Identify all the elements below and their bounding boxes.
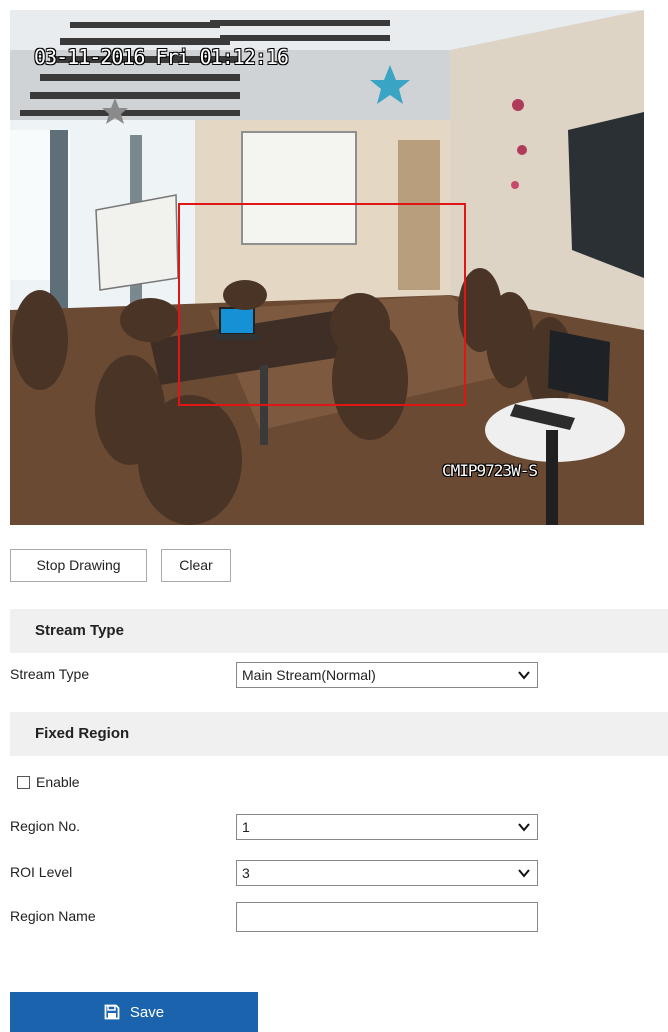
region-no-value: 1 [242,819,250,835]
roi-settings-page: 03-11-2016 Fri 01:12:16 CMIP9723W-S Stop… [0,0,668,1032]
floppy-disk-icon [104,1004,120,1020]
live-video-preview[interactable]: 03-11-2016 Fri 01:12:16 CMIP9723W-S [10,10,644,525]
fixed-region-section-header: Fixed Region [10,712,668,756]
stream-type-value: Main Stream(Normal) [242,667,376,683]
region-no-label: Region No. [10,818,81,834]
roi-level-label: ROI Level [10,864,73,880]
osd-timestamp: 03-11-2016 Fri 01:12:16 [34,45,289,69]
osd-camera-name: CMIP9723W-S [442,461,538,480]
enable-checkbox-box[interactable] [17,775,30,789]
chevron-down-icon [518,823,530,832]
stop-drawing-button[interactable]: Stop Drawing [10,549,147,582]
roi-region-box[interactable] [178,203,466,406]
stream-type-label: Stream Type [10,666,90,682]
roi-level-value: 3 [242,865,250,881]
enable-checkbox[interactable]: Enable [17,773,80,791]
roi-level-select[interactable]: 3 [236,860,538,886]
enable-label: Enable [36,774,80,790]
region-name-label: Region Name [10,908,96,924]
chevron-down-icon [518,869,530,878]
stream-type-select[interactable]: Main Stream(Normal) [236,662,538,688]
clear-button[interactable]: Clear [161,549,231,582]
region-no-select[interactable]: 1 [236,814,538,840]
stream-type-section-header: Stream Type [10,609,668,653]
region-name-input[interactable] [236,902,538,932]
save-label: Save [129,1003,165,1021]
chevron-down-icon [518,671,530,680]
save-button[interactable]: Save [10,992,258,1032]
